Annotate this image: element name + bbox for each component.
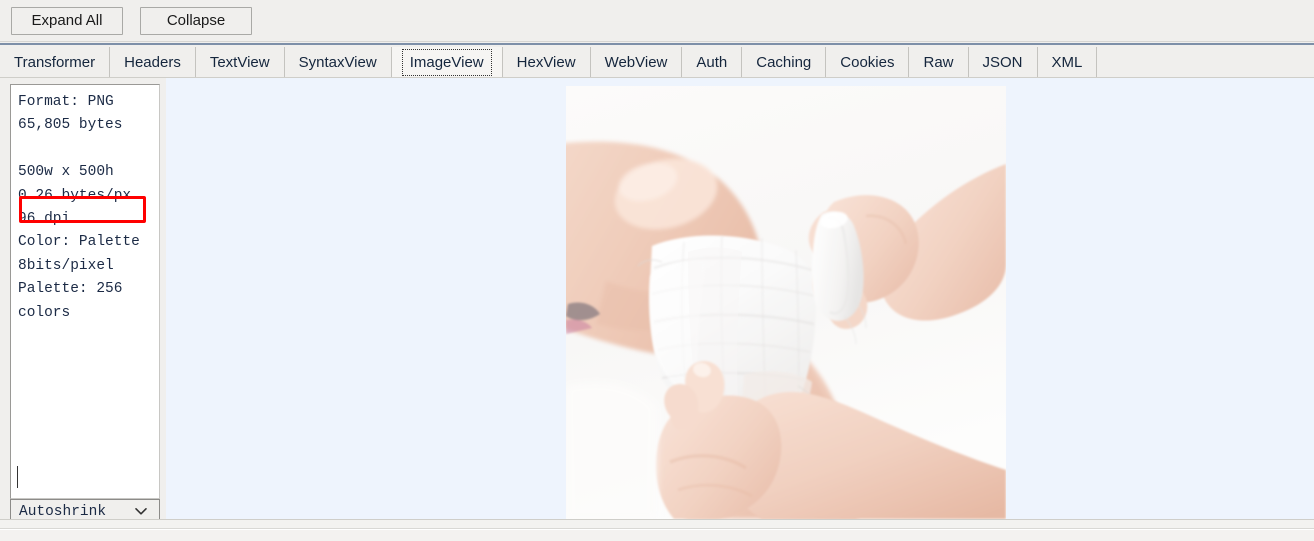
tab-transformer[interactable]: Transformer bbox=[0, 47, 111, 77]
tab-headers[interactable]: Headers bbox=[110, 47, 196, 77]
tab-label: HexView bbox=[516, 53, 576, 71]
tab-label: Headers bbox=[124, 53, 181, 71]
tab-label: Transformer bbox=[14, 53, 96, 71]
response-image bbox=[566, 86, 1006, 519]
image-info-text: Format: PNG 65,805 bytes 500w x 500h 0.2… bbox=[18, 94, 140, 321]
tab-label: Raw bbox=[923, 53, 954, 71]
tab-webview[interactable]: WebView bbox=[591, 47, 683, 77]
tab-label: SyntaxView bbox=[298, 53, 377, 71]
tab-bar-filler bbox=[1097, 47, 1314, 77]
tab-label: Cookies bbox=[840, 53, 895, 71]
tab-label: TextView bbox=[209, 53, 270, 71]
toolbar: Expand All Collapse bbox=[0, 0, 1314, 41]
tab-caching[interactable]: Caching bbox=[742, 47, 827, 77]
tab-raw[interactable]: Raw bbox=[909, 47, 969, 77]
tab-cookies[interactable]: Cookies bbox=[826, 47, 910, 77]
tab-label: Caching bbox=[756, 53, 812, 71]
tab-auth[interactable]: Auth bbox=[682, 47, 743, 77]
content-area: Format: PNG 65,805 bytes 500w x 500h 0.2… bbox=[0, 78, 1314, 525]
status-bar-divider bbox=[0, 528, 1314, 530]
tab-label: JSON bbox=[982, 53, 1023, 71]
view-tab-bar: Transformer Headers TextView SyntaxView Imag… bbox=[0, 47, 1314, 78]
image-viewer-canvas[interactable] bbox=[166, 78, 1314, 519]
tab-json[interactable]: JSON bbox=[969, 47, 1038, 77]
tab-syntaxview[interactable]: SyntaxView bbox=[285, 47, 392, 77]
tab-label: XML bbox=[1051, 53, 1083, 71]
expand-all-button[interactable]: Expand All bbox=[11, 6, 123, 35]
tab-label: ImageView bbox=[401, 48, 492, 76]
image-view-panel: Expand All Collapse Transformer Headers Te… bbox=[0, 0, 1314, 541]
tab-label: WebView bbox=[604, 53, 668, 71]
image-info-panel[interactable]: Format: PNG 65,805 bytes 500w x 500h 0.2… bbox=[10, 84, 160, 499]
tab-hexview[interactable]: HexView bbox=[503, 47, 591, 77]
zoom-mode-value: Autoshrink bbox=[19, 504, 107, 520]
toolbar-divider bbox=[0, 41, 1314, 45]
tab-textview[interactable]: TextView bbox=[196, 47, 285, 77]
tab-label: Auth bbox=[696, 53, 728, 71]
chevron-down-icon bbox=[135, 507, 147, 515]
collapse-button[interactable]: Collapse bbox=[140, 6, 252, 35]
tab-imageview[interactable]: ImageView bbox=[391, 47, 503, 77]
text-caret bbox=[17, 466, 18, 488]
tab-xml[interactable]: XML bbox=[1038, 47, 1098, 77]
status-bar bbox=[0, 519, 1314, 541]
